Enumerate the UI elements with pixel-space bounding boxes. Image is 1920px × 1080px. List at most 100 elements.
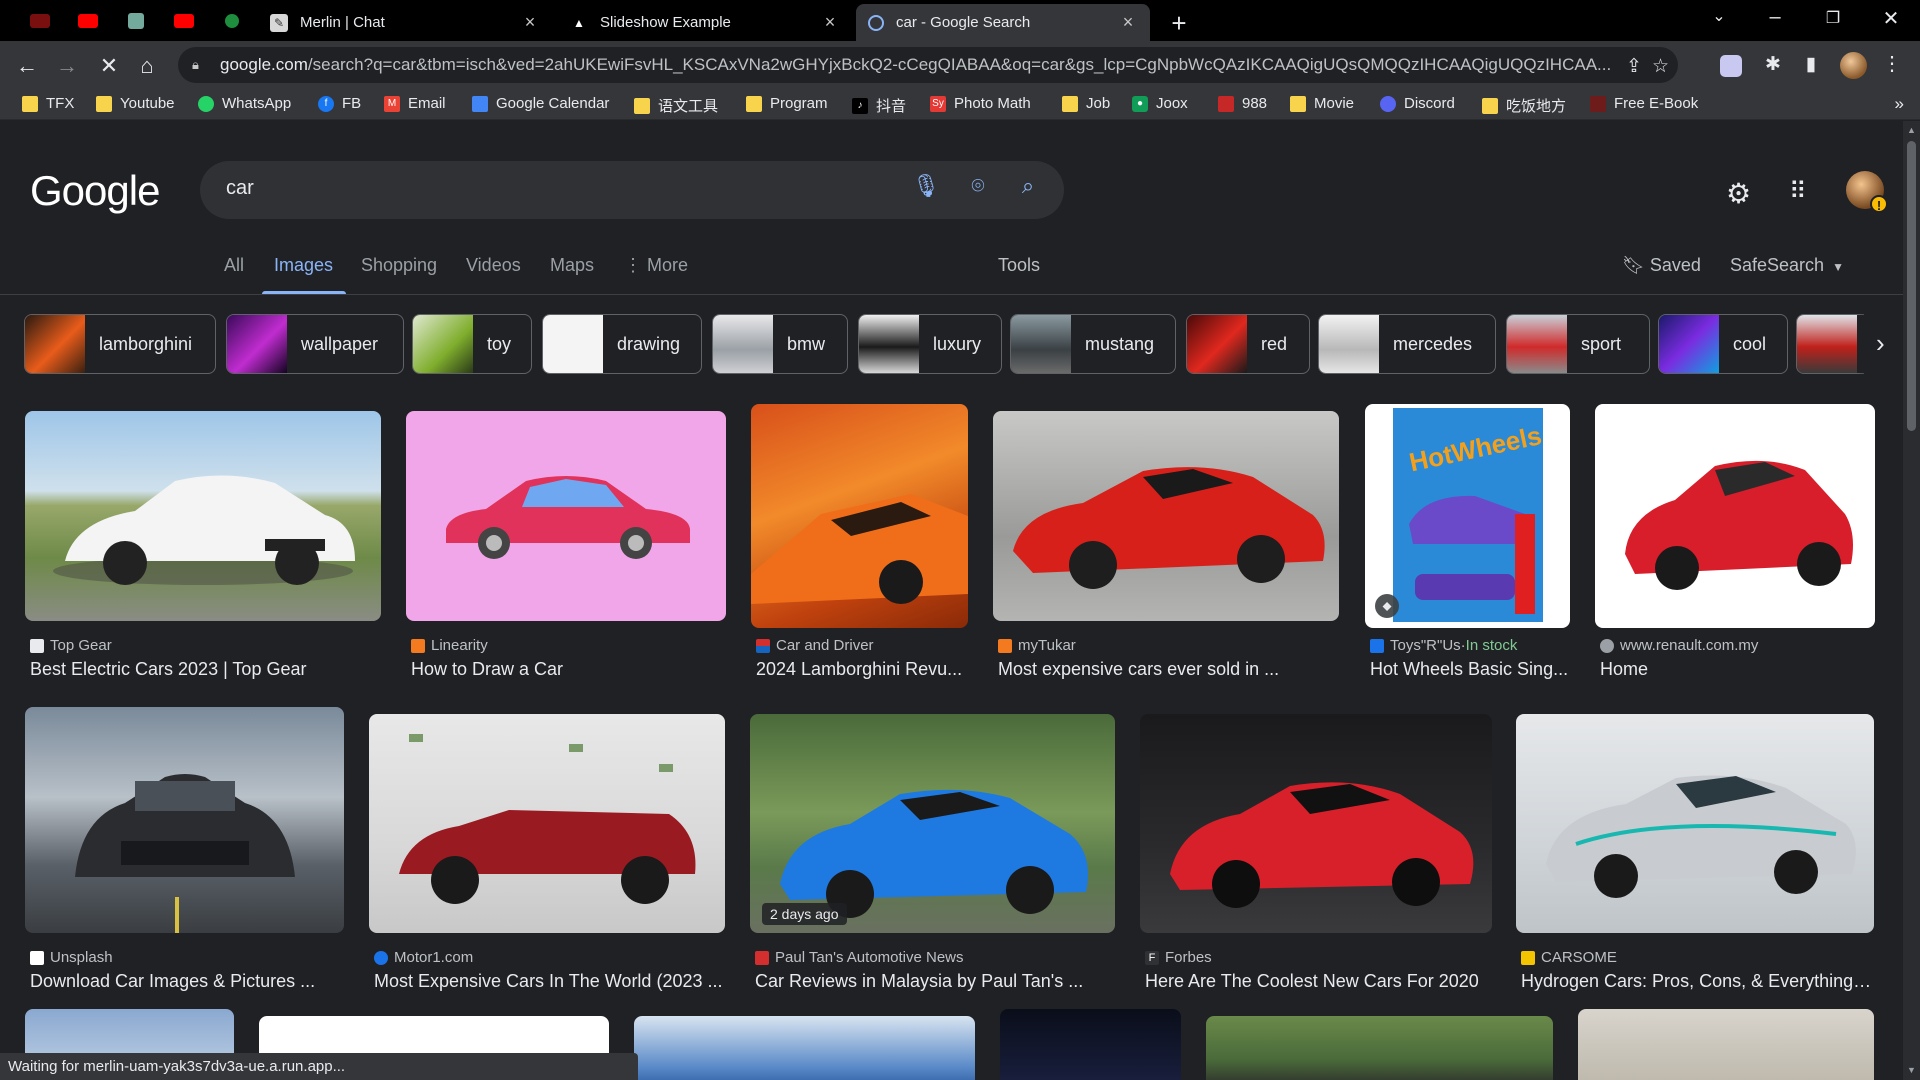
bookmark-photo-math[interactable]: Sy Photo Math	[930, 95, 1031, 112]
chip-drawing[interactable]: drawing	[542, 314, 702, 374]
share-icon[interactable]: ⇪	[1626, 55, 1642, 78]
result-title[interactable]: Here Are The Coolest New Cars For 2020	[1145, 971, 1495, 992]
stop-loading-button[interactable]: ✕	[94, 51, 124, 81]
result-title[interactable]: Car Reviews in Malaysia by Paul Tan's ..…	[755, 971, 1115, 992]
address-bar[interactable]: 🔒︎ google.com/search?q=car&tbm=isch&ved=…	[178, 47, 1678, 83]
result-thumbnail[interactable]	[406, 411, 726, 621]
image-result[interactable]: CARSOME Hydrogen Cars: Pros, Cons, & Eve…	[1516, 714, 1874, 997]
chips-next-button[interactable]: ›	[1858, 314, 1903, 374]
back-button[interactable]: ←	[12, 51, 42, 81]
bookmark-program[interactable]: Program	[746, 95, 828, 112]
bookmark-star-icon[interactable]: ☆	[1652, 55, 1669, 78]
result-thumbnail[interactable]	[634, 1016, 975, 1080]
image-result[interactable]	[634, 1016, 975, 1080]
home-button[interactable]: ⌂	[132, 51, 162, 81]
image-result[interactable]: Unsplash Download Car Images & Pictures …	[25, 707, 344, 997]
bookmark-job[interactable]: Job	[1062, 95, 1110, 112]
account-avatar[interactable]: !	[1846, 171, 1888, 213]
chip-luxury[interactable]: luxury	[858, 314, 1002, 374]
result-thumbnail[interactable]	[1578, 1009, 1874, 1080]
bookmarks-overflow-icon[interactable]: »	[1895, 94, 1904, 114]
bookmark-chinese-tools[interactable]: 语文工具	[634, 95, 718, 116]
result-title[interactable]: Hot Wheels Basic Sing...	[1370, 659, 1570, 680]
result-thumbnail[interactable]: HotWheels ⬥	[1365, 404, 1570, 628]
search-input[interactable]: car	[226, 177, 254, 200]
result-thumbnail[interactable]	[25, 411, 381, 621]
bookmark-email[interactable]: M Email	[384, 95, 446, 112]
result-thumbnail[interactable]	[1206, 1016, 1553, 1080]
tab-google-search[interactable]: car - Google Search ×	[856, 4, 1150, 41]
saved-button[interactable]: 🔖︎ Saved	[1622, 255, 1701, 276]
bookmark-free-ebook[interactable]: Free E-Book	[1590, 95, 1698, 112]
close-tab-icon[interactable]: ×	[1118, 12, 1138, 33]
restore-button[interactable]: ❐	[1818, 8, 1848, 28]
bookmark-joox[interactable]: ● Joox	[1132, 95, 1188, 112]
result-thumbnail[interactable]	[1000, 1009, 1181, 1080]
bookmark-fb[interactable]: f FB	[318, 95, 361, 112]
bookmark-douyin[interactable]: ♪ 抖音	[852, 95, 906, 116]
result-thumbnail[interactable]	[1516, 714, 1874, 933]
image-result[interactable]: myTukar Most expensive cars ever sold in…	[993, 411, 1339, 691]
tab-search-icon[interactable]: ⌄	[1704, 6, 1734, 26]
result-thumbnail[interactable]	[25, 707, 344, 933]
bookmark-988[interactable]: 988	[1218, 95, 1267, 112]
safesearch-button[interactable]: SafeSearch ▼	[1730, 255, 1844, 276]
profile-avatar[interactable]	[1840, 52, 1867, 79]
result-title[interactable]: How to Draw a Car	[411, 659, 727, 680]
forward-button[interactable]: →	[52, 51, 82, 81]
nav-maps[interactable]: Maps	[550, 255, 594, 276]
pinned-tab-1[interactable]	[16, 9, 64, 33]
minimize-button[interactable]: –	[1760, 6, 1790, 29]
nav-videos[interactable]: Videos	[466, 255, 521, 276]
nav-shopping[interactable]: Shopping	[361, 255, 437, 276]
settings-gear-icon[interactable]: ⚙	[1726, 177, 1751, 210]
extension-merlin-icon[interactable]	[1720, 55, 1742, 77]
google-logo[interactable]: Google	[30, 167, 160, 215]
result-thumbnail[interactable]	[1140, 714, 1492, 933]
search-icon[interactable]: ⌕	[1012, 173, 1044, 205]
bookmark-whatsapp[interactable]: WhatsApp	[198, 95, 291, 112]
result-thumbnail[interactable]	[1595, 404, 1875, 628]
search-box[interactable]: car 🎙︎ ⌾ ⌕	[200, 161, 1064, 219]
extensions-puzzle-icon[interactable]: ✱	[1760, 53, 1786, 79]
image-result[interactable]: HotWheels ⬥ Toys"R"Us · In stock Hot Whe…	[1365, 404, 1570, 691]
pinned-tab-5[interactable]	[208, 9, 256, 33]
chip-bmw[interactable]: bmw	[712, 314, 848, 374]
bookmark-google-calendar[interactable]: Google Calendar	[472, 95, 609, 112]
result-thumbnail[interactable]: 2 days ago	[750, 714, 1115, 933]
chip-mercedes[interactable]: mercedes	[1318, 314, 1496, 374]
chip-red[interactable]: red	[1186, 314, 1310, 374]
image-result[interactable]: Car and Driver 2024 Lamborghini Revu...	[751, 404, 968, 691]
chip-cool[interactable]: cool	[1658, 314, 1788, 374]
microphone-icon[interactable]: 🎙︎	[910, 173, 942, 205]
result-title[interactable]: 2024 Lamborghini Revu...	[756, 659, 968, 680]
result-thumbnail[interactable]	[751, 404, 968, 628]
pinned-tab-youtube[interactable]	[64, 9, 112, 33]
page-scrollbar[interactable]: ▲ ▼	[1903, 121, 1920, 1080]
image-result[interactable]	[1578, 1009, 1874, 1080]
image-result[interactable]: www.renault.com.my Home	[1595, 404, 1875, 691]
chip-mustang[interactable]: mustang	[1010, 314, 1176, 374]
tab-slideshow[interactable]: ▲ Slideshow Example ×	[558, 4, 852, 41]
image-result[interactable]: Linearity How to Draw a Car	[406, 411, 726, 691]
google-apps-icon[interactable]: ⠿	[1789, 177, 1807, 206]
new-tab-button[interactable]: +	[1166, 8, 1192, 39]
tools-button[interactable]: Tools	[998, 255, 1040, 276]
side-panel-icon[interactable]: ▮	[1798, 53, 1824, 79]
result-thumbnail[interactable]	[993, 411, 1339, 621]
result-thumbnail[interactable]	[369, 714, 725, 933]
bookmark-youtube[interactable]: Youtube	[96, 95, 175, 112]
lock-icon[interactable]: 🔒︎	[192, 57, 206, 73]
bookmark-discord[interactable]: Discord	[1380, 95, 1455, 112]
browser-menu-icon[interactable]: ⋮	[1882, 51, 1902, 76]
image-result[interactable]: Motor1.com Most Expensive Cars In The Wo…	[369, 714, 725, 997]
nav-all[interactable]: All	[224, 255, 244, 276]
chip-lamborghini[interactable]: lamborghini	[24, 314, 216, 374]
image-result[interactable]: Top Gear Best Electric Cars 2023 | Top G…	[25, 411, 381, 691]
bookmark-movie[interactable]: Movie	[1290, 95, 1354, 112]
close-tab-icon[interactable]: ×	[820, 12, 840, 33]
result-title[interactable]: Most expensive cars ever sold in ...	[998, 659, 1338, 680]
chip-formula[interactable]	[1796, 314, 1864, 374]
pinned-tab-chatgpt[interactable]	[112, 9, 160, 33]
image-result[interactable]	[1000, 1009, 1181, 1080]
